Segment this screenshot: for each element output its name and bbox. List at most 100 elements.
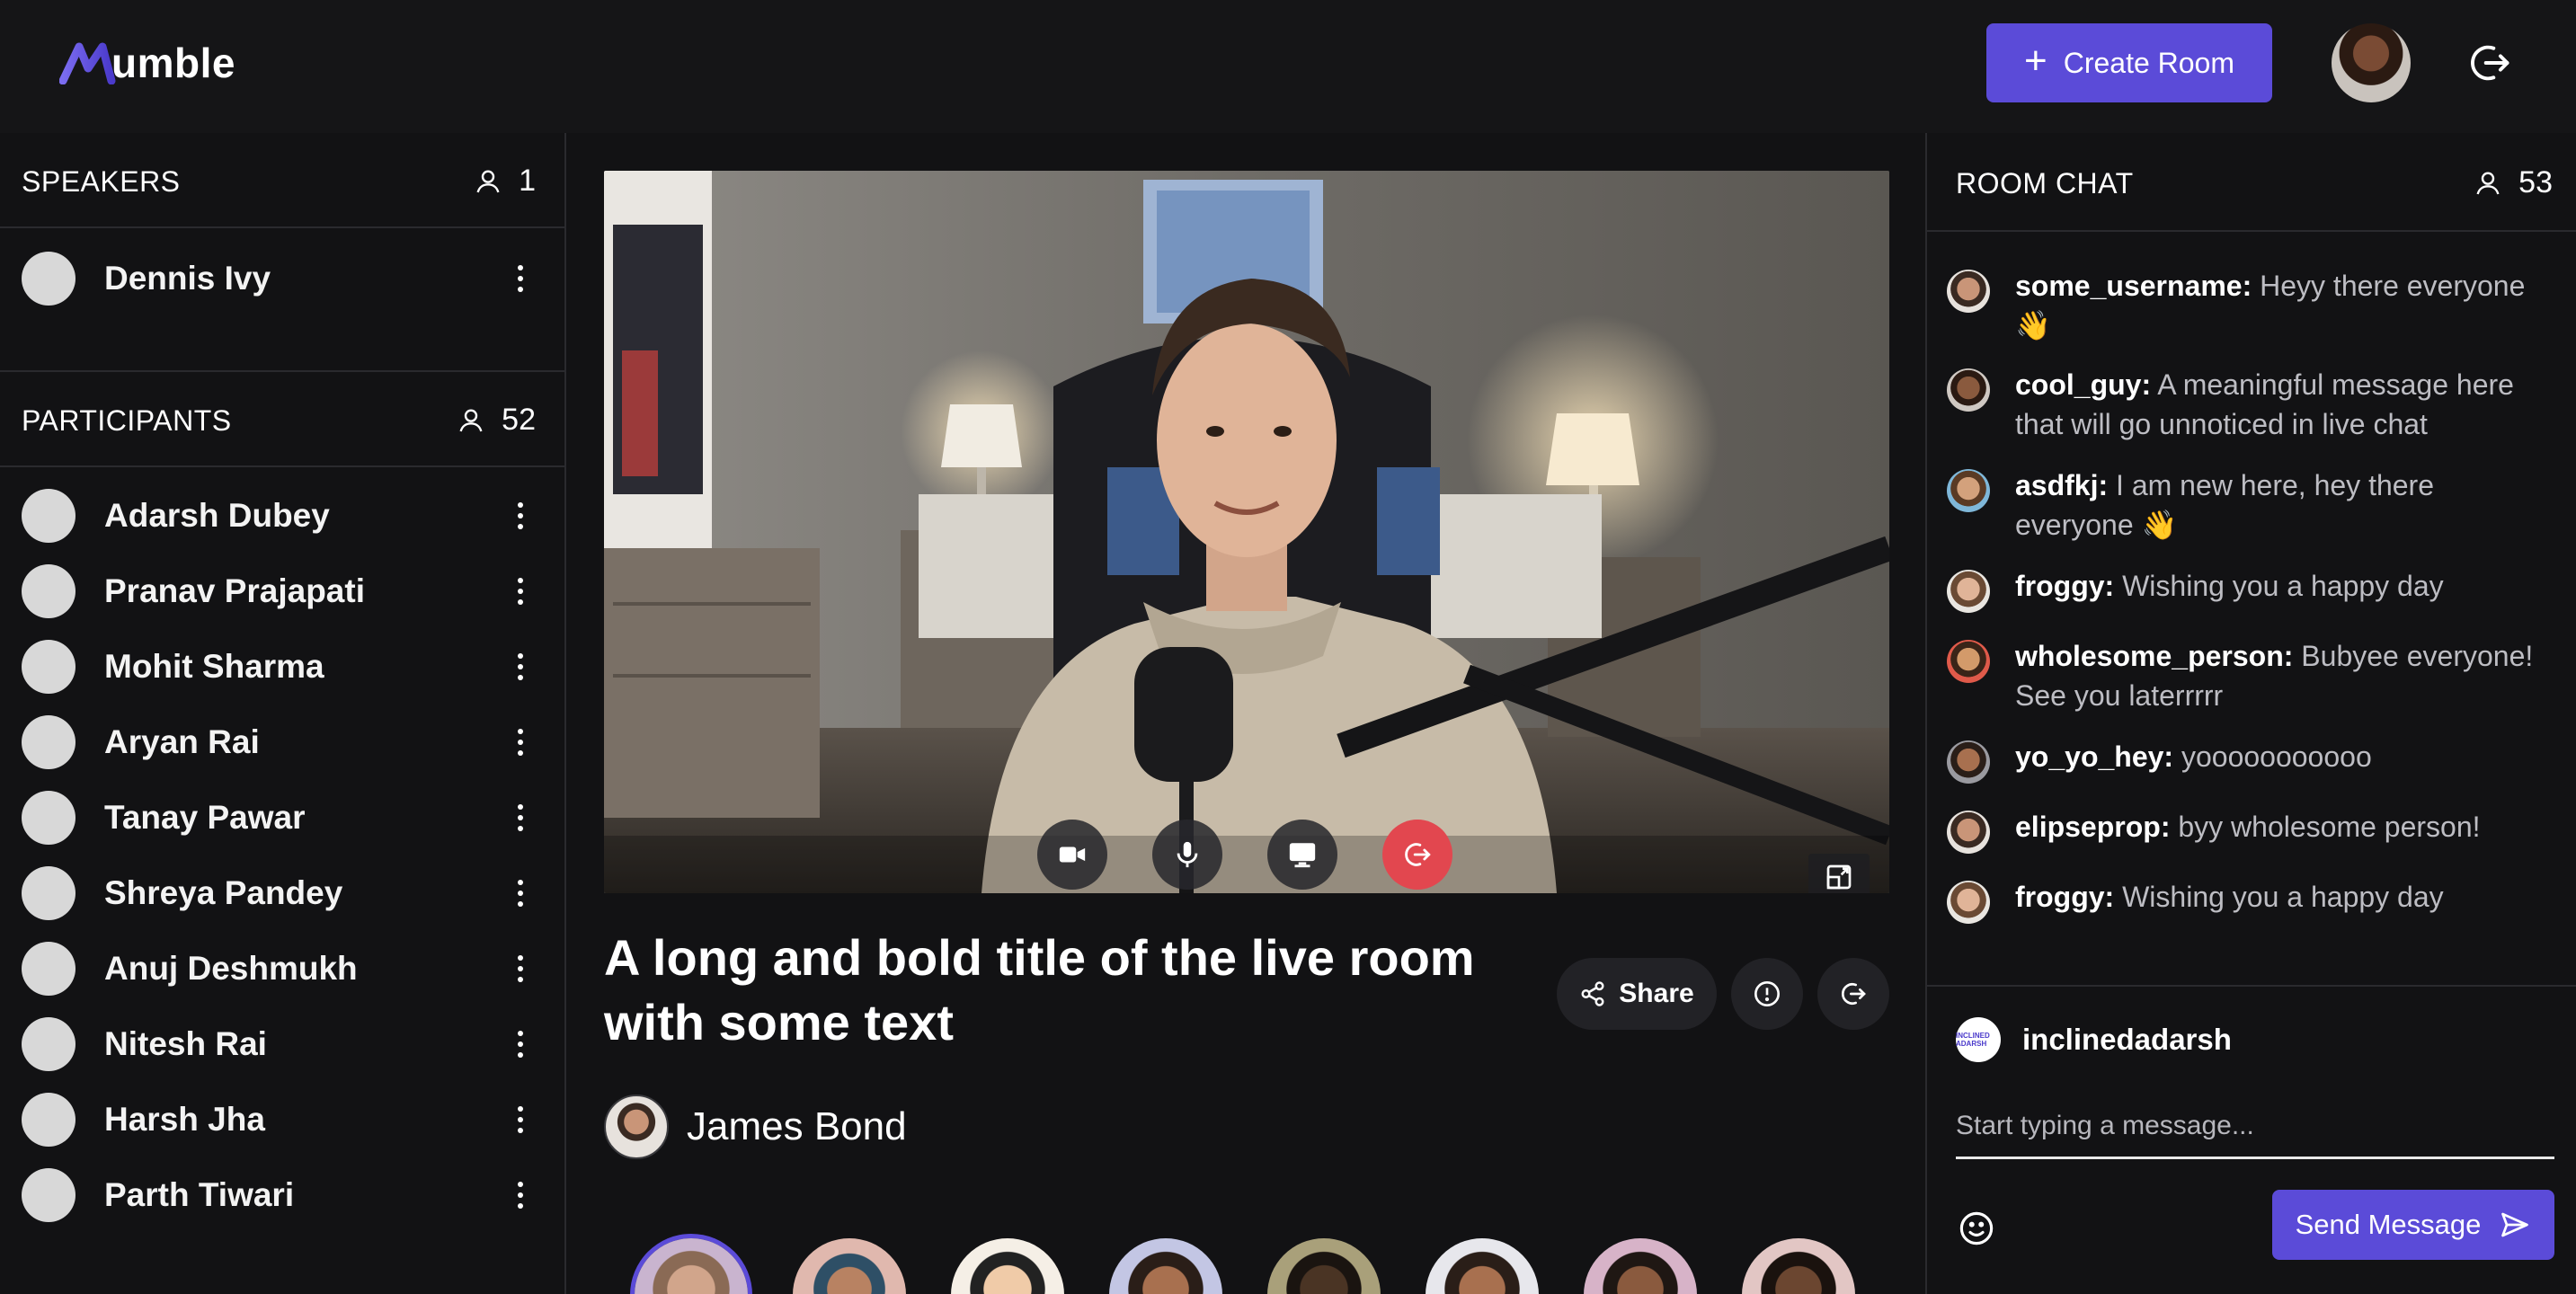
fullscreen-icon: [1826, 864, 1852, 890]
avatar: [1947, 740, 1990, 784]
current-username: inclinedadarsh: [2022, 1023, 2232, 1056]
chat-count: 53: [2474, 165, 2553, 200]
avatar: [22, 1093, 76, 1147]
participant-item[interactable]: Shreya Pandey: [0, 855, 564, 931]
avatar: [22, 866, 76, 920]
avatar[interactable]: [951, 1238, 1064, 1294]
member-name: Aryan Rai: [104, 723, 260, 760]
avatar[interactable]: [1267, 1238, 1381, 1294]
more-options-icon[interactable]: [507, 871, 534, 916]
more-options-icon[interactable]: [507, 1097, 534, 1142]
more-options-icon[interactable]: [507, 795, 534, 840]
participant-item[interactable]: Mohit Sharma: [0, 629, 564, 705]
more-options-icon[interactable]: [507, 644, 534, 689]
participant-item[interactable]: Tanay Pawar: [0, 780, 564, 855]
member-name: Dennis Ivy: [104, 260, 271, 297]
send-icon: [2501, 1212, 2529, 1237]
chat-message: cool_guy: A meaningful message here that…: [1927, 365, 2576, 444]
send-message-label: Send Message: [2295, 1209, 2482, 1240]
participants-count-value: 52: [502, 403, 536, 437]
chat-messages: some_username: Heyy there everyone 👋 coo…: [1927, 266, 2576, 924]
user-icon: [459, 408, 483, 431]
chat-username: some_username:: [2015, 270, 2252, 302]
participant-item[interactable]: Aryan Rai: [0, 705, 564, 780]
emoji-icon[interactable]: [1958, 1210, 1995, 1247]
more-options-icon[interactable]: [507, 493, 534, 538]
avatar: [1947, 881, 1990, 924]
participant-item[interactable]: Anuj Deshmukh: [0, 931, 564, 1006]
participant-item[interactable]: Adarsh Dubey: [0, 478, 564, 554]
speaker-item[interactable]: Dennis Ivy: [0, 241, 564, 316]
share-icon: [1581, 981, 1604, 1006]
member-name: Mohit Sharma: [104, 648, 324, 685]
room-host[interactable]: James Bond: [604, 1095, 907, 1159]
participants-header: PARTICIPANTS 52: [0, 372, 564, 467]
camera-toggle-button[interactable]: [1037, 820, 1107, 890]
create-room-button[interactable]: + Create Room: [1986, 23, 2272, 102]
send-message-button[interactable]: Send Message: [2272, 1190, 2554, 1260]
avatar: [604, 1095, 669, 1159]
host-name: James Bond: [687, 1104, 907, 1148]
avatar[interactable]: [635, 1238, 748, 1294]
video-stream[interactable]: [604, 171, 1889, 893]
avatar[interactable]: [1426, 1238, 1539, 1294]
avatar: [22, 640, 76, 694]
more-options-icon[interactable]: [507, 569, 534, 614]
member-name: Tanay Pawar: [104, 799, 306, 836]
microphone-toggle-button[interactable]: [1152, 820, 1222, 890]
member-name: Anuj Deshmukh: [104, 950, 358, 987]
camera-icon: [1059, 846, 1086, 863]
more-options-icon[interactable]: [507, 720, 534, 765]
chat-username: asdfkj:: [2015, 469, 2109, 501]
avatar: [1947, 640, 1990, 683]
app-logo[interactable]: umble: [59, 38, 235, 88]
chat-message: froggy: Wishing you a happy day: [1927, 877, 2576, 924]
more-options-icon[interactable]: [507, 256, 534, 301]
people-sidebar: SPEAKERS 1 Dennis Ivy PARTICIPANTS 52 Ad…: [0, 133, 566, 1294]
speakers-list: Dennis Ivy: [0, 228, 564, 372]
participant-item[interactable]: Pranav Prajapati: [0, 554, 564, 629]
chat-header: ROOM CHAT 53: [1927, 133, 2576, 232]
leave-call-icon: [1405, 843, 1431, 866]
room-info-button[interactable]: [1731, 958, 1803, 1030]
chat-composer: INCLINED ADARSH inclinedadarsh Send Mess…: [1927, 985, 2576, 1294]
chat-text: Wishing you a happy day: [2114, 570, 2444, 602]
member-name: Shreya Pandey: [104, 874, 343, 911]
avatar: [22, 715, 76, 769]
speakers-header: SPEAKERS 1: [0, 133, 564, 228]
share-button[interactable]: Share: [1557, 958, 1717, 1030]
plus-icon: +: [2024, 39, 2047, 83]
avatar: [1947, 469, 1990, 512]
avatar[interactable]: [1109, 1238, 1222, 1294]
participant-item[interactable]: Parth Tiwari: [0, 1157, 564, 1233]
avatar[interactable]: [1742, 1238, 1855, 1294]
member-name: Nitesh Rai: [104, 1025, 267, 1062]
more-options-icon[interactable]: [507, 946, 534, 991]
avatar[interactable]: [793, 1238, 906, 1294]
create-room-label: Create Room: [2063, 46, 2234, 79]
member-name: Harsh Jha: [104, 1101, 265, 1138]
avatar[interactable]: [1584, 1238, 1697, 1294]
chat-message: elipseprop: byy wholesome person!: [1927, 807, 2576, 854]
avatar: [22, 1017, 76, 1071]
screen-share-button[interactable]: [1267, 820, 1337, 890]
participant-item[interactable]: Harsh Jha: [0, 1082, 564, 1157]
leave-call-button[interactable]: [1382, 820, 1452, 890]
room-title: A long and bold title of the live room w…: [604, 929, 1475, 1050]
user-avatar[interactable]: [2332, 23, 2411, 102]
more-options-icon[interactable]: [507, 1022, 534, 1067]
chat-title: ROOM CHAT: [1956, 167, 2134, 199]
chat-text: yooooooooooo: [2173, 740, 2372, 773]
chat-username: froggy:: [2015, 881, 2115, 913]
top-bar: umble + Create Room: [0, 0, 2576, 133]
leave-room-button[interactable]: [1817, 958, 1889, 1030]
participant-item[interactable]: Nitesh Rai: [0, 1006, 564, 1082]
avatar: [22, 489, 76, 543]
fullscreen-button[interactable]: [1808, 854, 1870, 893]
more-options-icon[interactable]: [507, 1173, 534, 1218]
logout-icon[interactable]: [2466, 40, 2513, 86]
member-name: Pranav Prajapati: [104, 572, 365, 609]
avatar: [1947, 570, 1990, 613]
chat-message-input[interactable]: [1956, 1095, 2554, 1159]
chat-text: byy wholesome person!: [2170, 811, 2481, 843]
